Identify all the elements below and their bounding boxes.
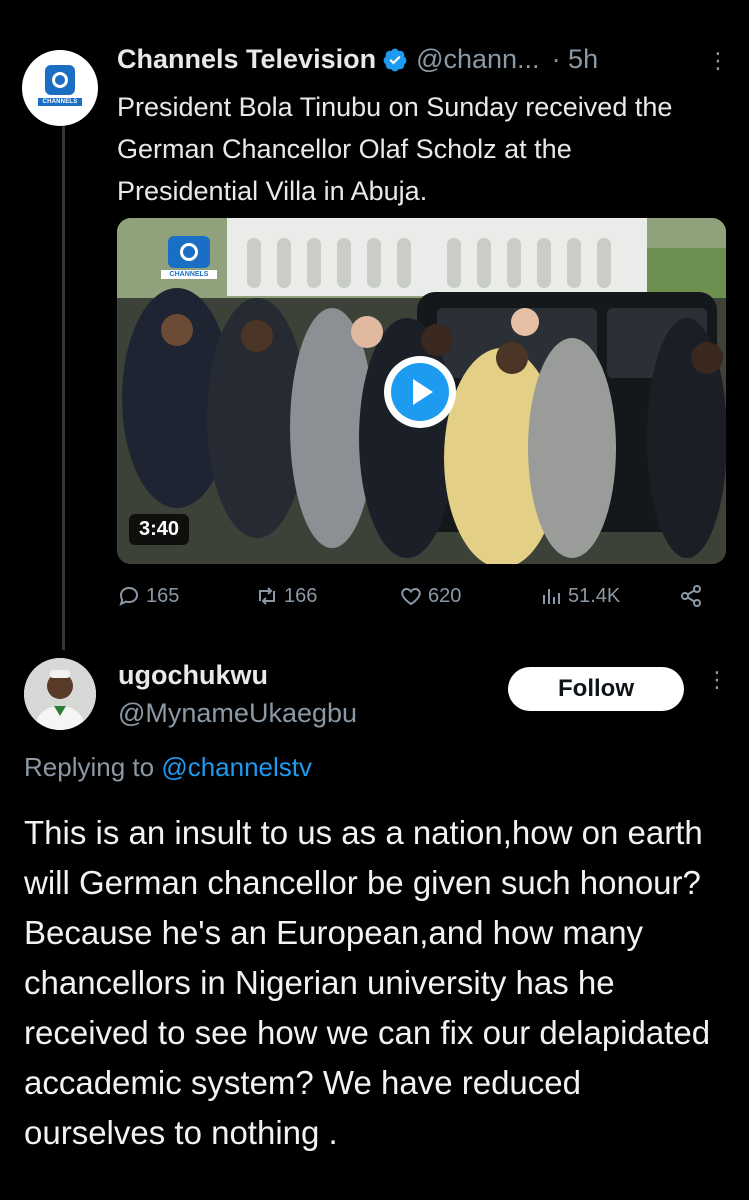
channels-logo: CHANNELS [38, 65, 82, 111]
repost-count: 166 [284, 584, 318, 607]
share-icon [681, 585, 701, 607]
replying-prefix: Replying to [24, 752, 155, 782]
like-count: 620 [428, 584, 462, 607]
more-options-icon[interactable]: ⋮ [707, 48, 729, 74]
replying-to: Replying to @channelstv [24, 752, 312, 783]
reply-icon [119, 586, 139, 606]
repost-action[interactable]: 166 [255, 584, 317, 608]
channels-avatar[interactable]: CHANNELS [22, 50, 98, 126]
share-action[interactable] [679, 584, 703, 608]
author-name[interactable]: Channels Television [117, 44, 376, 75]
thread-connector-line [62, 122, 65, 650]
reply-avatar[interactable] [24, 658, 96, 730]
video-player[interactable]: CHANNELS 3:40 [117, 218, 726, 564]
repost-icon [259, 587, 275, 605]
replying-mention-link[interactable]: @channelstv [161, 752, 312, 782]
like-action[interactable]: 620 [399, 584, 461, 608]
reply-count: 165 [146, 584, 180, 607]
tweet-header: Channels Television @chann... · 5h ⋮ [117, 44, 729, 75]
more-options-icon[interactable]: ⋮ [706, 669, 728, 691]
video-duration: 3:40 [129, 514, 190, 545]
views-action[interactable]: 51.4K [539, 584, 620, 608]
tweet-actions: 165 166 620 51.4K [117, 584, 717, 620]
author-handle[interactable]: @chann... [416, 44, 539, 75]
play-icon [413, 379, 433, 405]
reply-author-name[interactable]: ugochukwu [118, 660, 268, 691]
reply-action[interactable]: 165 [117, 584, 179, 608]
views-count: 51.4K [568, 584, 621, 607]
views-icon [543, 589, 560, 604]
channels-watermark: CHANNELS [161, 236, 217, 282]
reply-author-handle[interactable]: @MynameUkaegbu [118, 698, 357, 729]
verified-badge-icon [383, 48, 407, 71]
reply-text: This is an insult to us as a nation,how … [24, 814, 711, 1151]
tweet-timestamp[interactable]: · 5h [552, 44, 599, 75]
tweet-text: President Bola Tinubu on Sunday received… [117, 92, 673, 206]
follow-button[interactable]: Follow [508, 667, 684, 711]
play-button[interactable] [384, 356, 456, 428]
like-icon [401, 587, 421, 606]
